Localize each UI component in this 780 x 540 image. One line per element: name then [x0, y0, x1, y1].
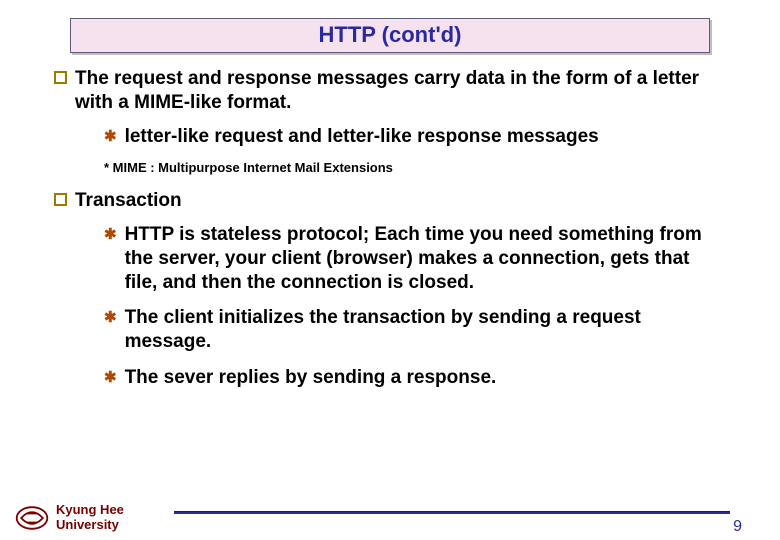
brand-line1: Kyung Hee	[56, 503, 124, 517]
footnote: * MIME : Multipurpose Internet Mail Exte…	[54, 160, 718, 175]
brand: Kyung Hee University	[14, 503, 124, 532]
university-logo-icon	[14, 504, 50, 532]
slide: HTTP (cont'd) The request and response m…	[0, 0, 780, 540]
sub-bullet-text: The client initializes the transaction b…	[125, 306, 718, 354]
title-box: HTTP (cont'd)	[70, 18, 710, 53]
sub-bullet-text: The sever replies by sending a response.	[125, 366, 718, 390]
bullet-text: Transaction	[75, 189, 718, 213]
bullet-item: Transaction	[54, 189, 718, 213]
square-bullet-icon	[54, 193, 67, 206]
footer-rule	[174, 511, 730, 514]
sub-bullet-text: HTTP is stateless protocol; Each time yo…	[125, 223, 718, 294]
sub-bullet-item: ✱ letter-like request and letter-like re…	[104, 125, 718, 149]
content-area: The request and response messages carry …	[18, 67, 762, 390]
star-bullet-icon: ✱	[104, 309, 117, 328]
square-bullet-icon	[54, 71, 67, 84]
sub-bullet-text: letter-like request and letter-like resp…	[125, 125, 718, 149]
bullet-item: The request and response messages carry …	[54, 67, 718, 115]
footer: Kyung Hee University 9	[14, 488, 760, 532]
brand-line2: University	[56, 518, 124, 532]
sub-list: ✱ letter-like request and letter-like re…	[54, 125, 718, 149]
sub-bullet-item: ✱ The client initializes the transaction…	[104, 306, 718, 354]
slide-title: HTTP (cont'd)	[319, 22, 462, 47]
page-number: 9	[733, 518, 742, 536]
star-bullet-icon: ✱	[104, 369, 117, 388]
sub-bullet-item: ✱ HTTP is stateless protocol; Each time …	[104, 223, 718, 294]
bullet-text: The request and response messages carry …	[75, 67, 718, 115]
brand-text: Kyung Hee University	[56, 503, 124, 532]
star-bullet-icon: ✱	[104, 128, 117, 147]
sub-bullet-item: ✱ The sever replies by sending a respons…	[104, 366, 718, 390]
sub-list: ✱ HTTP is stateless protocol; Each time …	[54, 223, 718, 390]
star-bullet-icon: ✱	[104, 226, 117, 245]
